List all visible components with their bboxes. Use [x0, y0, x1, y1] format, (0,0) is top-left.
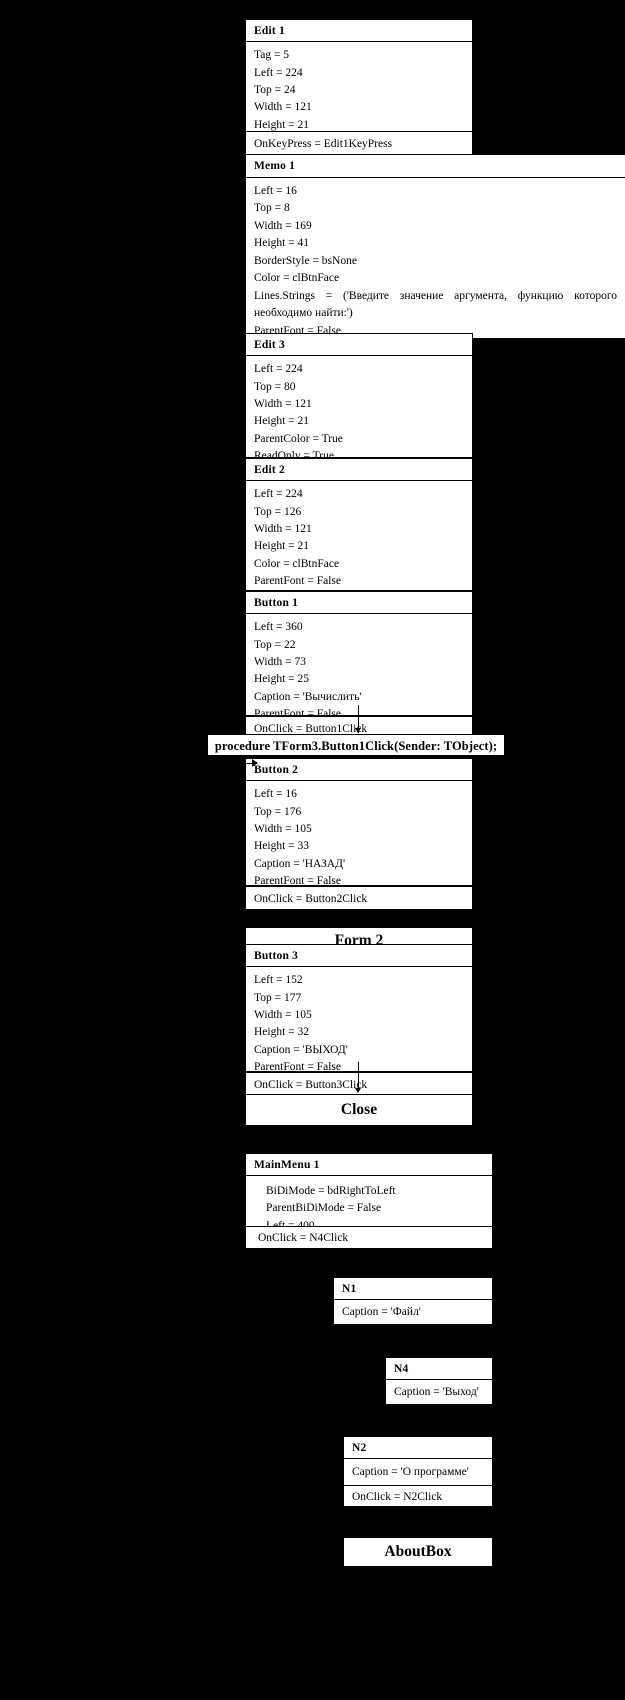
box-title-mainmenu1-strip: MainMenu 1 [246, 1154, 492, 1177]
property-row: Width = 169 [254, 219, 312, 232]
event-box-n2[interactable]: OnClick = N2Click [343, 1485, 493, 1507]
property-row: BiDiMode = bdRightToLeft [266, 1185, 396, 1197]
component-box-edit3[interactable]: Edit 3 Left = 224 Top = 80 Width = 121 H… [245, 333, 473, 458]
arrow-down-icon [355, 728, 361, 733]
event-row-edit1: OnKeyPress = Edit1KeyPress [254, 138, 393, 150]
event-box-button2[interactable]: OnClick = Button2Click [245, 886, 473, 910]
box-title-button3: Button 3 [246, 945, 472, 968]
property-row: Width = 121 [254, 523, 312, 535]
box-properties-edit2: Left = 224 Top = 126 Width = 121 Height … [246, 481, 472, 590]
property-row: Height = 25 [254, 673, 310, 686]
component-box-edit1[interactable]: Edit 1 Tag = 5 Left = 224 Top = 24 Width… [245, 19, 473, 133]
diagram-canvas: Edit 1 Tag = 5 Left = 224 Top = 24 Width… [0, 0, 625, 1700]
box-properties-n1: Caption = 'Файл' [334, 1300, 492, 1324]
property-row: Top = 8 [254, 202, 290, 215]
box-properties-edit3: Left = 224 Top = 80 Width = 121 Height =… [246, 356, 472, 458]
property-row: Height = 33 [254, 840, 310, 853]
target-box-close[interactable]: Close [245, 1094, 473, 1126]
procedure-signature-banner[interactable]: procedure TForm3.Button1Click(Sender: TO… [207, 734, 505, 756]
box-title-n2: N2 [352, 1442, 367, 1454]
box-title-n1: N1 [342, 1283, 357, 1295]
box-title-n4: N4 [394, 1363, 409, 1375]
property-row-lines-strings: Lines.Strings = ('Введите значение аргум… [254, 289, 617, 320]
component-box-n4-header[interactable]: N4 [385, 1357, 493, 1380]
arrow-right-icon [252, 759, 258, 767]
property-row: Left = 224 [254, 66, 303, 79]
property-row: ParentFont = False [254, 875, 341, 886]
event-row-mainmenu1: OnClick = N4Click [258, 1232, 349, 1244]
property-row: Top = 80 [254, 380, 296, 393]
property-row: Caption = 'Вычислить' [254, 690, 362, 703]
event-row-n2: OnClick = N2Click [352, 1491, 443, 1503]
box-properties-mainmenu1: BiDiMode = bdRightToLeft ParentBiDiMode … [246, 1177, 492, 1226]
box-title-button2: Button 2 [246, 759, 472, 782]
property-row: Height = 21 [254, 540, 310, 553]
component-box-n1-header[interactable]: N1 [333, 1277, 493, 1300]
property-row: Top = 177 [254, 991, 302, 1004]
property-row: ReadOnly = True [254, 450, 334, 458]
target-box-aboutbox[interactable]: AboutBox [343, 1537, 493, 1567]
component-box-button3[interactable]: Button 3 Left = 152 Top = 177 Width = 10… [245, 944, 473, 1072]
property-row: ParentBiDiMode = False [266, 1202, 382, 1215]
property-row: Height = 21 [254, 415, 310, 428]
component-box-memo1-body[interactable]: Left = 16 Top = 8 Width = 169 Height = 4… [245, 177, 625, 339]
component-box-n4[interactable]: Caption = 'Выход' [385, 1379, 493, 1405]
property-row: Color = clBtnFace [254, 557, 340, 570]
box-properties-button2: Left = 16 Top = 176 Width = 105 Height =… [246, 781, 472, 886]
property-row: Width = 73 [254, 656, 307, 668]
box-title-edit2: Edit 2 [246, 459, 472, 482]
property-row: Caption = 'ВЫХОД' [254, 1043, 348, 1056]
component-box-mainmenu1[interactable]: BiDiMode = bdRightToLeft ParentBiDiMode … [245, 1177, 493, 1227]
property-row: Color = clBtnFace [254, 272, 340, 285]
property-row: Width = 105 [254, 1009, 312, 1021]
arrow-down-icon [355, 1088, 361, 1093]
event-row-button2: OnClick = Button2Click [254, 893, 368, 905]
property-row: ParentFont = False [254, 708, 341, 716]
property-row: Caption = 'Выход' [394, 1386, 479, 1398]
box-title-edit1: Edit 1 [246, 20, 472, 43]
event-box-edit1[interactable]: OnKeyPress = Edit1KeyPress [245, 131, 473, 155]
box-title-button1: Button 1 [246, 592, 472, 615]
component-box-n1[interactable]: Caption = 'Файл' [333, 1299, 493, 1325]
property-row: ParentColor = True [254, 432, 343, 445]
property-row: Width = 121 [254, 101, 312, 114]
property-row: Top = 176 [254, 805, 302, 818]
property-row: Left = 224 [254, 363, 303, 376]
property-row: Caption = 'НАЗАД' [254, 857, 346, 870]
property-row: Tag = 5 [254, 49, 290, 62]
component-box-button1[interactable]: Button 1 Left = 360 Top = 22 Width = 73 … [245, 591, 473, 716]
property-row: Height = 41 [254, 237, 310, 250]
property-row: Left = 152 [254, 974, 303, 987]
component-box-n2[interactable]: Caption = 'О программе' [343, 1458, 493, 1486]
box-properties-button1: Left = 360 Top = 22 Width = 73 Height = … [246, 614, 472, 716]
property-row: ParentFont = False [254, 575, 341, 588]
property-row: Caption = 'Файл' [342, 1306, 421, 1318]
property-row: Left = 16 [254, 788, 297, 801]
component-box-memo1-header[interactable]: Memo 1 [245, 154, 625, 178]
property-row: Top = 126 [254, 505, 302, 518]
box-properties-button3: Left = 152 Top = 177 Width = 105 Height … [246, 967, 472, 1072]
connector-procedure-to-button2 [213, 763, 257, 764]
box-properties-memo1: Left = 16 Top = 8 Width = 169 Height = 4… [246, 178, 625, 338]
box-properties-edit1: Tag = 5 Left = 224 Top = 24 Width = 121 … [246, 42, 472, 132]
box-properties-n2: Caption = 'О программе' [344, 1459, 492, 1485]
component-box-edit2[interactable]: Edit 2 Left = 224 Top = 126 Width = 121 … [245, 458, 473, 591]
event-box-mainmenu1[interactable]: OnClick = N4Click [245, 1226, 493, 1249]
box-title-memo1: Memo 1 [254, 160, 296, 172]
box-title-edit3: Edit 3 [246, 334, 472, 357]
component-box-n2-header[interactable]: N2 [343, 1436, 493, 1459]
property-row: Top = 24 [254, 84, 296, 96]
property-row: Left = 224 [254, 488, 303, 501]
property-row: Height = 32 [254, 1026, 310, 1039]
property-row: Left = 360 [254, 621, 303, 634]
box-properties-n4: Caption = 'Выход' [386, 1380, 492, 1404]
property-row: Left = 16 [254, 185, 297, 197]
component-box-button2[interactable]: Button 2 Left = 16 Top = 176 Width = 105… [245, 758, 473, 886]
property-row: Width = 105 [254, 823, 312, 835]
property-row: Top = 22 [254, 638, 296, 651]
property-row: Caption = 'О программе' [352, 1466, 469, 1478]
property-row: ParentFont = False [254, 1061, 341, 1072]
property-row: BorderStyle = bsNone [254, 254, 357, 267]
property-row: Width = 121 [254, 398, 312, 410]
